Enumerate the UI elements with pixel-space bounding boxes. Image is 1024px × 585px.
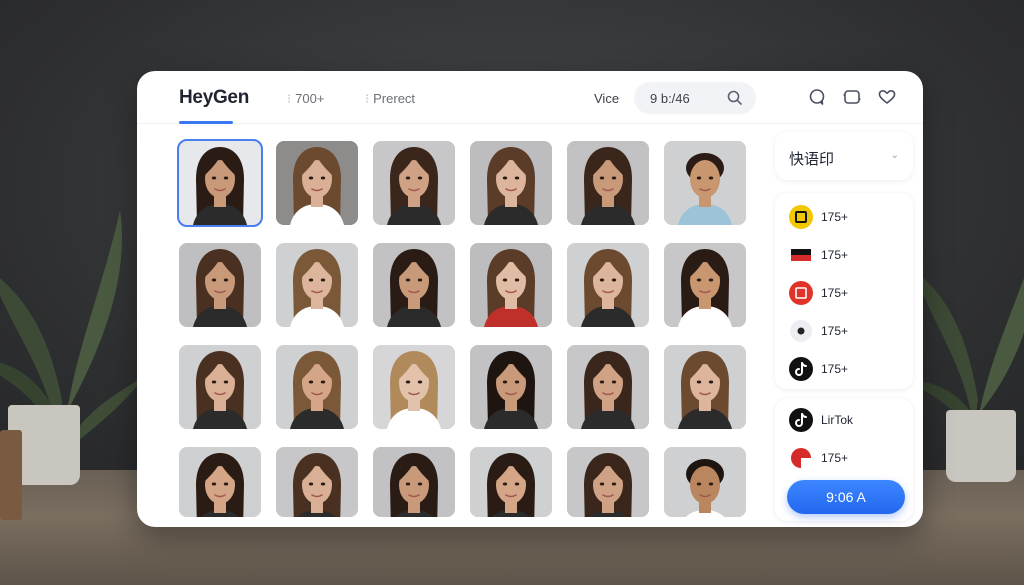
platform-row[interactable]: LirTok [789,407,853,433]
pot-right [946,410,1016,482]
avatar-portrait [276,243,358,327]
platform-label: 175+ [821,286,849,300]
avatar-tile[interactable] [567,345,649,429]
platform-label: 175+ [821,248,849,262]
avatar-portrait [276,141,358,225]
avatar-tile[interactable] [470,447,552,517]
avatar-portrait [373,345,455,429]
count-marker-icon: ⁝ [287,91,292,106]
platform-row[interactable]: 175+ [789,204,848,230]
platform-label: 175+ [821,324,849,338]
search-input[interactable]: 9 b:/46 [634,82,756,114]
avatar-tile[interactable] [664,345,746,429]
chat-icon[interactable] [807,87,827,107]
avatar-tile[interactable] [470,141,552,225]
avatar-portrait [664,243,746,327]
avatar-portrait [373,243,455,327]
dot-icon [789,319,813,343]
stool [0,430,22,520]
chevron-down-icon: ⌄ [890,150,899,161]
avatar-tile[interactable] [373,345,455,429]
preset-marker-icon: ⁝ [365,91,370,106]
avatar-tile[interactable] [664,243,746,327]
avatar-portrait [567,447,649,517]
voice-tab[interactable]: Vice [594,91,619,106]
yellow-box-icon [789,205,813,229]
avatar-portrait [276,447,358,517]
search-value: 9 b:/46 [650,91,690,106]
avatar-tile[interactable] [177,139,263,227]
platform-label: 175+ [821,451,849,465]
platform-row[interactable]: 175+ [789,280,848,306]
tab-preset[interactable]: ⁝ Prerect [365,91,415,107]
avatar-portrait [179,447,261,517]
search-icon[interactable] [726,89,744,107]
avatar-portrait [179,345,261,429]
avatar-portrait [470,243,552,327]
avatar-portrait [470,345,552,429]
platform-row[interactable]: 175+ [789,356,848,382]
avatar-tile[interactable] [470,345,552,429]
avatar-tile[interactable] [664,447,746,517]
avatar-tile[interactable] [373,141,455,225]
active-tab-indicator [179,121,233,124]
avatar-tile[interactable] [664,141,746,225]
tab-count[interactable]: ⁝ 700+ [287,91,324,107]
avatar-portrait [470,447,552,517]
avatar-tile[interactable] [276,243,358,327]
avatar-portrait [373,141,455,225]
avatar-tile[interactable] [567,141,649,225]
avatar-portrait [567,141,649,225]
tiktok-icon [789,357,813,381]
avatar-tile[interactable] [276,345,358,429]
avatar-portrait [567,345,649,429]
platform-label: 175+ [821,210,849,224]
brand-logo[interactable]: HeyGen [179,87,249,109]
platform-list: 175+ 175+ 175+ 175+ 175+ [775,193,913,389]
avatar-tile[interactable] [179,243,261,327]
avatar-tile[interactable] [470,243,552,327]
layers-icon[interactable] [842,87,862,107]
tab-preset-label: Prerect [373,91,416,106]
platform-row[interactable]: 175+ [789,445,848,471]
avatar-portrait [664,345,746,429]
avatar-tile[interactable] [276,447,358,517]
platform-row[interactable]: 175+ [789,242,848,268]
avatar-portrait [373,447,455,517]
avatar-tile[interactable] [276,141,358,225]
avatar-tile[interactable] [373,447,455,517]
flag-icon [789,243,813,267]
avatar-tile[interactable] [179,345,261,429]
platform-label: LirTok [821,413,854,427]
platform-row[interactable]: 175+ [789,318,848,344]
avatar-tile[interactable] [373,243,455,327]
avatar-portrait [179,141,261,225]
avatar-portrait [179,243,261,327]
tiktok-icon [789,408,813,432]
platform-label: 175+ [821,362,849,376]
heart-icon[interactable] [877,87,897,107]
time-button[interactable]: 9:06 A [787,480,905,514]
red-arc-icon [789,446,813,470]
avatar-portrait [664,141,746,225]
language-value: 快语印 [789,151,835,168]
header-divider [137,123,923,124]
avatar-portrait [664,447,746,517]
avatar-portrait [470,141,552,225]
language-select[interactable]: 快语印 ⌄ [775,132,913,180]
red-square-icon [789,281,813,305]
avatar-tile[interactable] [567,447,649,517]
app-panel: HeyGen ⁝ 700+ ⁝ Prerect Vice 9 b:/46 快语印 ⌄… [137,71,923,527]
tab-count-label: 700+ [295,91,325,106]
avatar-portrait [276,345,358,429]
avatar-tile[interactable] [567,243,649,327]
avatar-portrait [567,243,649,327]
avatar-tile[interactable] [179,447,261,517]
